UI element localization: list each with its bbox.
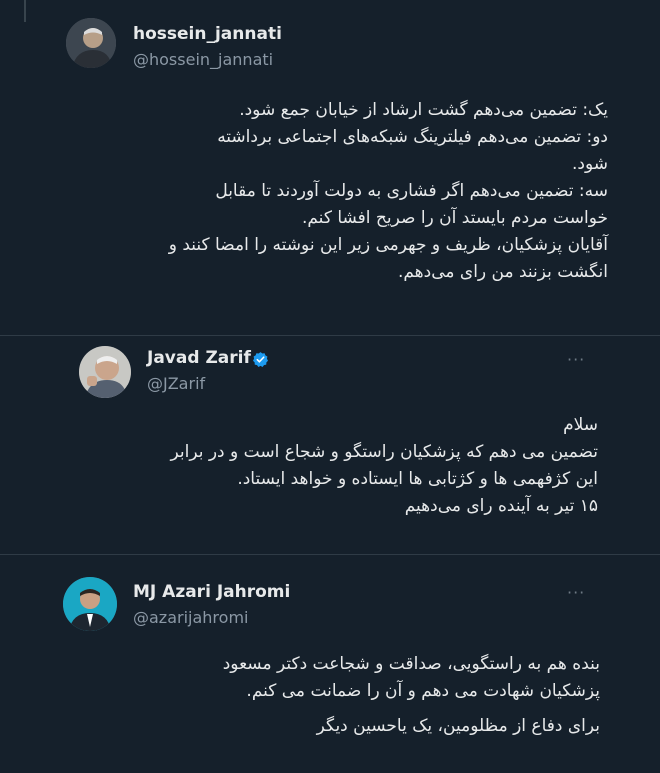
tweet-line: یک: تضمین می‌دهم گشت ارشاد از خیابان جمع… — [239, 100, 608, 120]
author-handle[interactable]: @hossein_jannati — [133, 50, 273, 69]
tweet-line: ۱۵ تیر به آینده رای می‌دهیم — [404, 496, 598, 516]
tweet-text: بنده هم به راستگویی، صداقت و شجاعت دکتر … — [60, 651, 600, 740]
author-handle[interactable]: @JZarif — [147, 374, 205, 393]
tweet-line: سلام — [563, 415, 598, 435]
tweet-line: سه: تضمین می‌دهم اگر فشاری به دولت آوردن… — [215, 181, 608, 201]
tweet-azari-jahromi: MJ Azari Jahromi @azarijahromi ··· بنده … — [0, 555, 660, 773]
author-name[interactable]: MJ Azari Jahromi — [133, 582, 290, 602]
author-name[interactable]: hossein_jannati — [133, 24, 282, 44]
verified-badge-icon — [252, 351, 269, 368]
more-options-icon[interactable]: ··· — [567, 583, 585, 602]
author-name[interactable]: Javad Zarif — [147, 348, 251, 368]
tweet-line: خواست مردم بایستد آن را صریح افشا کنم. — [301, 208, 608, 228]
author-handle[interactable]: @azarijahromi — [133, 608, 248, 627]
tweet-line: بنده هم به راستگویی، صداقت و شجاعت دکتر … — [222, 654, 600, 674]
thread-line — [24, 0, 26, 22]
avatar[interactable] — [66, 18, 116, 68]
tweet-line: انگشت بزنند من رای می‌دهم. — [397, 262, 608, 282]
tweet-javad-zarif: Javad Zarif @JZarif ··· سلام تضمین می ده… — [0, 336, 660, 554]
tweet-hossein-jannati: hossein_jannati @hossein_jannati یک: تضم… — [0, 0, 660, 335]
tweet-line: آقایان پزشکیان، ظریف و جهرمی زیر این نوش… — [168, 235, 608, 255]
tweet-line: تضمین می دهم که پزشکیان راستگو و شجاع اس… — [170, 442, 598, 462]
tweet-text: سلام تضمین می دهم که پزشکیان راستگو و شج… — [70, 412, 598, 520]
avatar[interactable] — [79, 346, 131, 398]
more-options-icon[interactable]: ··· — [567, 350, 585, 369]
tweet-line: دو: تضمین می‌دهم فیلترینگ شبکه‌های اجتما… — [217, 127, 608, 147]
tweet-line: شود. — [571, 154, 608, 174]
tweet-line: پزشکیان شهادت می دهم و آن را ضمانت می کن… — [246, 681, 600, 701]
avatar[interactable] — [63, 577, 117, 631]
tweet-line: برای دفاع از مظلومین، یک یاحسین دیگر — [316, 716, 600, 736]
tweet-text: یک: تضمین می‌دهم گشت ارشاد از خیابان جمع… — [100, 97, 608, 286]
tweet-line: این کژفهمی ها و کژتابی ها ایستاده و خواه… — [237, 469, 598, 489]
